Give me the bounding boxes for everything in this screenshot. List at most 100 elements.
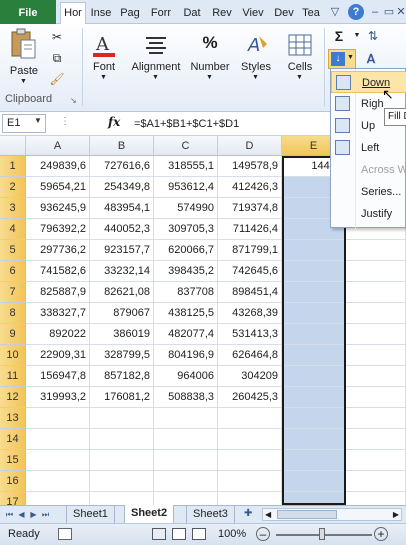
grid-cell[interactable]: 297736,2: [26, 240, 90, 261]
grid-cell[interactable]: 412426,3: [218, 177, 282, 198]
grid-cell[interactable]: 43268,39: [218, 303, 282, 324]
sort-filter-icon[interactable]: ⇅: [364, 27, 382, 45]
grid-cell[interactable]: 249839,6: [26, 156, 90, 177]
scroll-right-icon[interactable]: ▶: [393, 509, 399, 520]
grid-cell[interactable]: [218, 408, 282, 429]
tab-formulas[interactable]: Forr: [146, 2, 176, 24]
grid-cell[interactable]: [154, 471, 218, 492]
sheet-tab-sheet1[interactable]: Sheet1: [66, 506, 115, 523]
autosum-icon[interactable]: Σ: [330, 27, 348, 45]
sheet-tab-sheet2[interactable]: Sheet2: [124, 505, 175, 523]
first-sheet-icon[interactable]: ⏮: [4, 508, 15, 521]
grid-cell[interactable]: [346, 324, 406, 345]
grid-cell[interactable]: [346, 282, 406, 303]
row-header[interactable]: 9: [0, 324, 26, 345]
number-button[interactable]: % Number ▼: [188, 24, 232, 112]
paste-button[interactable]: Paste ▼: [6, 28, 42, 85]
tab-developer[interactable]: Dev: [270, 2, 298, 24]
grid-cell[interactable]: [346, 240, 406, 261]
zoom-slider[interactable]: [276, 528, 372, 540]
row-header[interactable]: 10: [0, 345, 26, 366]
grid-cell[interactable]: [154, 450, 218, 471]
font-button[interactable]: A Font ▼: [84, 24, 124, 112]
chevron-down-icon[interactable]: ▼: [34, 116, 42, 125]
fill-menu-series[interactable]: Series...: [331, 181, 406, 203]
zoom-slider-thumb[interactable]: [319, 528, 325, 540]
select-all-corner[interactable]: [0, 136, 26, 156]
grid-cell[interactable]: 711426,4: [218, 219, 282, 240]
zoom-out-icon[interactable]: –: [256, 527, 270, 541]
grid-cell[interactable]: [346, 429, 406, 450]
column-header-d[interactable]: D: [218, 136, 282, 156]
row-header[interactable]: 16: [0, 471, 26, 492]
scroll-left-icon[interactable]: ◀: [265, 509, 271, 520]
fill-menu-down[interactable]: Down: [331, 71, 406, 93]
grid-cell[interactable]: [26, 450, 90, 471]
tab-insert[interactable]: Inse: [88, 2, 114, 24]
grid-cell[interactable]: [26, 429, 90, 450]
tab-file[interactable]: File: [0, 0, 56, 24]
grid-cell[interactable]: 964006: [154, 366, 218, 387]
grid-cell[interactable]: 871799,1: [218, 240, 282, 261]
row-header[interactable]: 1: [0, 156, 26, 177]
grid-cell[interactable]: 953612,4: [154, 177, 218, 198]
grid-cell[interactable]: [346, 471, 406, 492]
grid-cell[interactable]: 898451,4: [218, 282, 282, 303]
grid-cell[interactable]: 328799,5: [90, 345, 154, 366]
grid-cell[interactable]: 260425,3: [218, 387, 282, 408]
grid-cell[interactable]: [90, 408, 154, 429]
tab-team[interactable]: Tea: [300, 2, 322, 24]
grid-cell[interactable]: [154, 408, 218, 429]
page-break-view-icon[interactable]: [192, 528, 206, 540]
help-icon[interactable]: ?: [348, 4, 364, 20]
zoom-level[interactable]: 100%: [218, 528, 246, 540]
grid-cell[interactable]: 304209: [218, 366, 282, 387]
grid-cell[interactable]: 33232,14: [90, 261, 154, 282]
grid-cell[interactable]: 857182,8: [90, 366, 154, 387]
grid-cell[interactable]: 574990: [154, 198, 218, 219]
grid-cell[interactable]: 626464,8: [218, 345, 282, 366]
row-header[interactable]: 13: [0, 408, 26, 429]
grid-cell[interactable]: [346, 366, 406, 387]
tab-page-layout[interactable]: Pag: [116, 2, 144, 24]
fill-menu-justify[interactable]: Justify: [331, 203, 406, 225]
grid-cell[interactable]: 531413,3: [218, 324, 282, 345]
row-header[interactable]: 2: [0, 177, 26, 198]
tab-home[interactable]: Hor: [60, 2, 86, 25]
macro-record-icon[interactable]: [58, 528, 72, 540]
row-header[interactable]: 6: [0, 261, 26, 282]
grid-cell[interactable]: [218, 471, 282, 492]
fill-menu-left[interactable]: Left: [331, 137, 406, 159]
horizontal-scrollbar[interactable]: ◀ ▶: [262, 508, 402, 521]
grid-cell[interactable]: [218, 429, 282, 450]
grid-cell[interactable]: [346, 261, 406, 282]
grid-cell[interactable]: 156947,8: [26, 366, 90, 387]
close-window-icon[interactable]: ✕: [392, 3, 406, 21]
row-header[interactable]: 12: [0, 387, 26, 408]
insert-sheet-icon[interactable]: ✚: [244, 508, 252, 519]
grid-cell[interactable]: 508838,3: [154, 387, 218, 408]
grid-cell[interactable]: 719374,8: [218, 198, 282, 219]
column-header-a[interactable]: A: [26, 136, 90, 156]
grid-cell[interactable]: 398435,2: [154, 261, 218, 282]
dialog-launcher-icon[interactable]: ↘: [70, 96, 77, 105]
find-select-icon[interactable]: ꓮ: [362, 50, 380, 68]
row-header[interactable]: 14: [0, 429, 26, 450]
row-header[interactable]: 11: [0, 366, 26, 387]
column-header-c[interactable]: C: [154, 136, 218, 156]
alignment-button[interactable]: Alignment ▼: [128, 24, 184, 112]
grid-cell[interactable]: 386019: [90, 324, 154, 345]
grid-cell[interactable]: 309705,3: [154, 219, 218, 240]
grid-cell[interactable]: 319993,2: [26, 387, 90, 408]
grid-cell[interactable]: [26, 408, 90, 429]
grid-cell[interactable]: [26, 471, 90, 492]
sheet-tab-sheet3[interactable]: Sheet3: [186, 506, 235, 523]
row-header[interactable]: 3: [0, 198, 26, 219]
grid-cell[interactable]: [346, 303, 406, 324]
grid-cell[interactable]: 318555,1: [154, 156, 218, 177]
row-header[interactable]: 8: [0, 303, 26, 324]
copy-icon[interactable]: ⧉: [48, 49, 66, 67]
grid-cell[interactable]: [218, 450, 282, 471]
grid-cell[interactable]: 440052,3: [90, 219, 154, 240]
grid-cell[interactable]: 176081,2: [90, 387, 154, 408]
